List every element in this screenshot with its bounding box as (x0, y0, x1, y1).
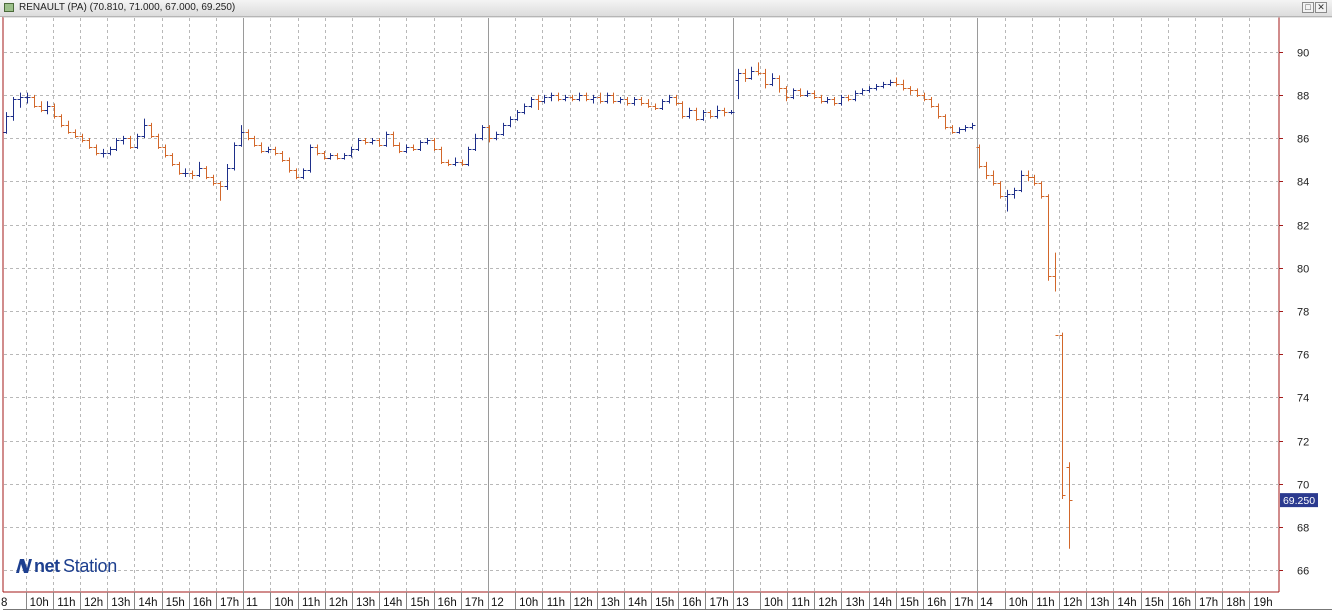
x-tick-label: 10h (30, 597, 49, 609)
x-tick-label: 14h (138, 597, 157, 609)
close-button[interactable]: ✕ (1315, 2, 1327, 13)
plot-frame (0, 17, 1332, 610)
y-tick-label: 78 (1297, 307, 1309, 319)
restore-button[interactable]: □ (1302, 2, 1314, 13)
logo-text-station: Station (63, 556, 117, 576)
last-price-label: 69.250 (1283, 495, 1315, 507)
x-tick-label: 12h (818, 597, 837, 609)
chart-background (0, 17, 1332, 610)
y-tick-label: 88 (1297, 91, 1309, 103)
logo-text-net: net (34, 556, 60, 576)
x-tick-label: 11 (246, 597, 258, 609)
netstation-logo-icon (16, 559, 32, 573)
x-tick-label: 16h (438, 597, 457, 609)
x-tick-label: 12h (1063, 597, 1082, 609)
x-tick-label: 17h (465, 597, 484, 609)
y-tick-label: 76 (1297, 350, 1309, 362)
x-tick-label: 15h (900, 597, 919, 609)
x-tick-label: 11h (302, 597, 320, 609)
x-tick-label: 10h (764, 597, 783, 609)
x-tick-label: 10h (519, 597, 538, 609)
x-tick-label: 12h (84, 597, 103, 609)
x-tick-label: 16h (1172, 597, 1191, 609)
y-tick-label: 74 (1297, 393, 1309, 405)
x-tick-label: 13h (601, 597, 620, 609)
y-tick-label: 68 (1297, 523, 1309, 535)
x-tick-label: 14 (980, 597, 993, 609)
x-tick-label: 13h (356, 597, 375, 609)
chart-window: RENAULT (PA) (70.810, 71.000, 67.000, 69… (0, 0, 1332, 610)
x-tick-label: 16h (927, 597, 946, 609)
y-tick-label: 66 (1297, 566, 1309, 578)
price-chart[interactable]: 66 68 70 72 74 76 78 80 82 84 86 88 90 8 10h 11h 12h 13h… (0, 17, 1332, 610)
x-tick-label: 15h (410, 597, 429, 609)
x-tick-label: 13 (736, 597, 749, 609)
y-tick-label: 84 (1297, 177, 1309, 189)
last-price-tag: 69.250 (1280, 493, 1318, 508)
x-tick-label: 10h (1009, 597, 1028, 609)
x-tick-label: 14h (1117, 597, 1136, 609)
window-titlebar[interactable]: RENAULT (PA) (70.810, 71.000, 67.000, 69… (0, 0, 1332, 17)
y-tick-label: 90 (1297, 48, 1309, 60)
x-tick-label: 15h (1145, 597, 1164, 609)
x-tick-label: 15h (655, 597, 674, 609)
chart-window-icon (4, 3, 14, 12)
y-tick-label: 80 (1297, 264, 1309, 276)
x-tick-label: 18h (1226, 597, 1245, 609)
window-title: RENAULT (PA) (70.810, 71.000, 67.000, 69… (19, 2, 236, 13)
x-tick-label: 12 (491, 597, 504, 609)
x-tick-label: 17h (954, 597, 973, 609)
y-tick-label: 82 (1297, 221, 1309, 233)
x-tick-label: 11h (57, 597, 75, 609)
x-tick-label: 14h (873, 597, 892, 609)
x-tick-label: 19h (1253, 597, 1272, 609)
x-tick-label: 11h (547, 597, 565, 609)
x-tick-label: 15h (166, 597, 185, 609)
x-tick-label: 13h (111, 597, 130, 609)
y-tick-label: 70 (1297, 480, 1309, 492)
x-tick-label: 14h (628, 597, 647, 609)
x-tick-label: 14h (383, 597, 402, 609)
x-tick-label: 17h (220, 597, 239, 609)
y-tick-label: 72 (1297, 437, 1309, 449)
x-tick-label: 11h (1036, 597, 1054, 609)
x-tick-label: 8 (1, 597, 7, 609)
x-tick-label: 13h (845, 597, 864, 609)
x-tick-label: 12h (574, 597, 593, 609)
x-tick-label: 16h (682, 597, 701, 609)
x-tick-label: 10h (274, 597, 293, 609)
x-tick-label: 11h (792, 597, 810, 609)
y-tick-label: 86 (1297, 134, 1309, 146)
x-tick-label: 13h (1090, 597, 1109, 609)
x-tick-label: 17h (1199, 597, 1218, 609)
x-tick-label: 16h (193, 597, 212, 609)
x-tick-label: 12h (329, 597, 348, 609)
x-tick-label: 17h (709, 597, 728, 609)
